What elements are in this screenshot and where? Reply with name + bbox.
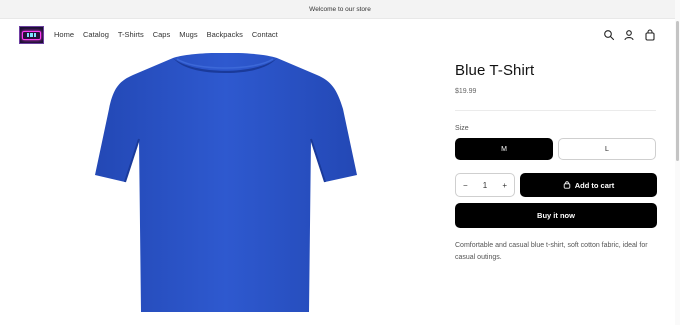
product-description: Comfortable and casual blue t-shirt, sof…	[455, 242, 648, 261]
add-to-cart-label: Add to cart	[574, 180, 615, 190]
account-icon[interactable]	[623, 29, 635, 41]
quantity-increase-button[interactable]: +	[502, 181, 507, 190]
search-icon[interactable]	[603, 29, 615, 41]
product-title: Blue T-Shirt	[455, 62, 535, 79]
nav-backpacks[interactable]: Backpacks	[207, 30, 243, 39]
divider	[455, 110, 656, 111]
nav-catalog[interactable]: Catalog	[83, 30, 109, 39]
quantity-decrease-button[interactable]: −	[463, 181, 468, 190]
size-option-l[interactable]: L	[558, 138, 656, 160]
quantity-stepper: − 1 +	[455, 173, 515, 197]
size-option-m[interactable]: M	[455, 138, 553, 160]
site-header: Home Catalog T-Shirts Caps Mugs Backpack…	[0, 19, 680, 53]
quantity-value[interactable]: 1	[483, 181, 487, 190]
product-price: $19.99	[455, 88, 477, 95]
cart-icon[interactable]	[644, 29, 656, 41]
add-to-cart-button[interactable]: Add to cart	[520, 173, 657, 197]
announcement-bar: Welcome to our store	[0, 0, 680, 19]
nav-t-shirts[interactable]: T-Shirts	[118, 30, 144, 39]
nav-mugs[interactable]: Mugs	[179, 30, 197, 39]
cart-icon	[563, 181, 570, 189]
nav-caps[interactable]: Caps	[153, 30, 171, 39]
scrollbar-thumb[interactable]	[676, 21, 679, 161]
buy-now-button[interactable]: Buy it now	[455, 203, 657, 228]
size-label: Size	[455, 125, 469, 132]
nav-contact[interactable]: Contact	[252, 30, 278, 39]
nav-home[interactable]: Home	[54, 30, 74, 39]
product-image	[95, 53, 357, 312]
main-nav: Home Catalog T-Shirts Caps Mugs Backpack…	[54, 30, 278, 39]
store-logo[interactable]	[19, 26, 44, 44]
logo-mark	[22, 30, 41, 40]
announcement-text: Welcome to our store	[309, 5, 371, 13]
